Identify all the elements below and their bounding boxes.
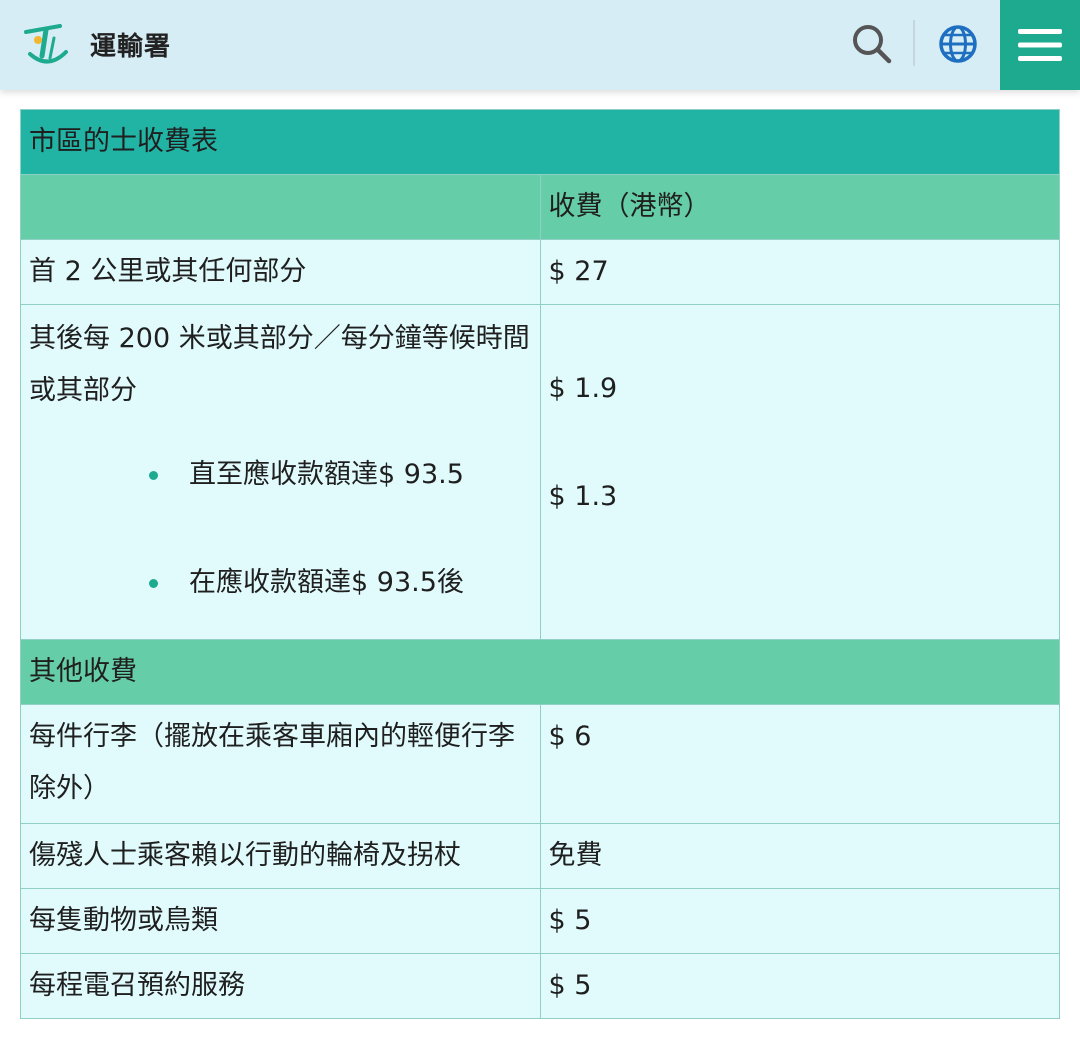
table-header-fee: 收費（港幣） <box>539 174 1060 240</box>
row-label: 其後每 200 米或其部分／每分鐘等候時間或其部分 <box>29 323 530 406</box>
table-row: 每件行李（擺放在乘客車廂內的輕便行李除外） $ 6 <box>20 704 1060 824</box>
language-button[interactable] <box>934 20 982 68</box>
hamburger-menu-icon <box>1018 29 1062 61</box>
other-charges-header-row: 其他收費 <box>20 639 1060 705</box>
table-row: 首 2 公里或其任何部分 $ 27 <box>20 239 1060 305</box>
table-row: 其後每 200 米或其部分／每分鐘等候時間或其部分 直至應收款額達$ 93.5 … <box>20 304 1060 640</box>
row-label: 每程電召預約服務 <box>20 953 541 1019</box>
table-row: 每隻動物或鳥類 $ 5 <box>20 888 1060 954</box>
bullet-label: 在應收款額達$ 93.5後 <box>189 567 464 598</box>
other-charges-title: 其他收費 <box>20 639 1060 705</box>
row-value: $ 1.9 <box>548 373 618 404</box>
table-row: 傷殘人士乘客賴以行動的輪椅及拐杖 免費 <box>20 823 1060 889</box>
value-spacer <box>549 523 1052 581</box>
row-value: $ 27 <box>539 239 1060 305</box>
table-title: 市區的士收費表 <box>20 109 1060 175</box>
list-item: 直至應收款額達$ 93.5 <box>149 449 532 501</box>
value-spacer <box>549 415 1052 471</box>
bullet-list: 直至應收款額達$ 93.5 在應收款額達$ 93.5後 <box>29 449 532 609</box>
top-header: 運輸署 <box>0 0 1080 90</box>
row-value: $ 5 <box>539 888 1060 954</box>
row-label: 首 2 公里或其任何部分 <box>20 239 541 305</box>
row-label: 每隻動物或鳥類 <box>20 888 541 954</box>
transport-department-logo-icon[interactable] <box>20 14 76 70</box>
row-value: $ 5 <box>539 953 1060 1019</box>
list-item: 在應收款額達$ 93.5後 <box>149 557 532 609</box>
menu-button[interactable] <box>1000 0 1080 90</box>
table-header-row: 收費（港幣） <box>20 174 1060 240</box>
table-header-empty <box>20 174 541 240</box>
search-button[interactable] <box>848 20 896 68</box>
row-label-cell: 其後每 200 米或其部分／每分鐘等候時間或其部分 直至應收款額達$ 93.5 … <box>20 304 541 640</box>
row-value-cell: $ 1.9 $ 1.3 <box>539 304 1060 640</box>
row-label: 傷殘人士乘客賴以行動的輪椅及拐杖 <box>20 823 541 889</box>
urban-taxi-fare-table: 市區的士收費表 收費（港幣） 首 2 公里或其任何部分 $ 27 其後每 200… <box>20 109 1060 1019</box>
search-icon <box>853 25 892 64</box>
header-divider <box>913 20 915 66</box>
row-value: $ 1.3 <box>548 481 618 512</box>
globe-icon <box>939 25 977 63</box>
bullet-icon <box>149 579 158 588</box>
row-value: $ 6 <box>539 704 1060 824</box>
bullet-label: 直至應收款額達$ 93.5 <box>189 459 464 490</box>
row-value: 免費 <box>539 823 1060 889</box>
site-name[interactable]: 運輸署 <box>90 26 171 63</box>
table-title-row: 市區的士收費表 <box>20 109 1060 175</box>
table-row: 每程電召預約服務 $ 5 <box>20 953 1060 1019</box>
row-label: 每件行李（擺放在乘客車廂內的輕便行李除外） <box>20 704 541 824</box>
bullet-icon <box>149 471 158 480</box>
